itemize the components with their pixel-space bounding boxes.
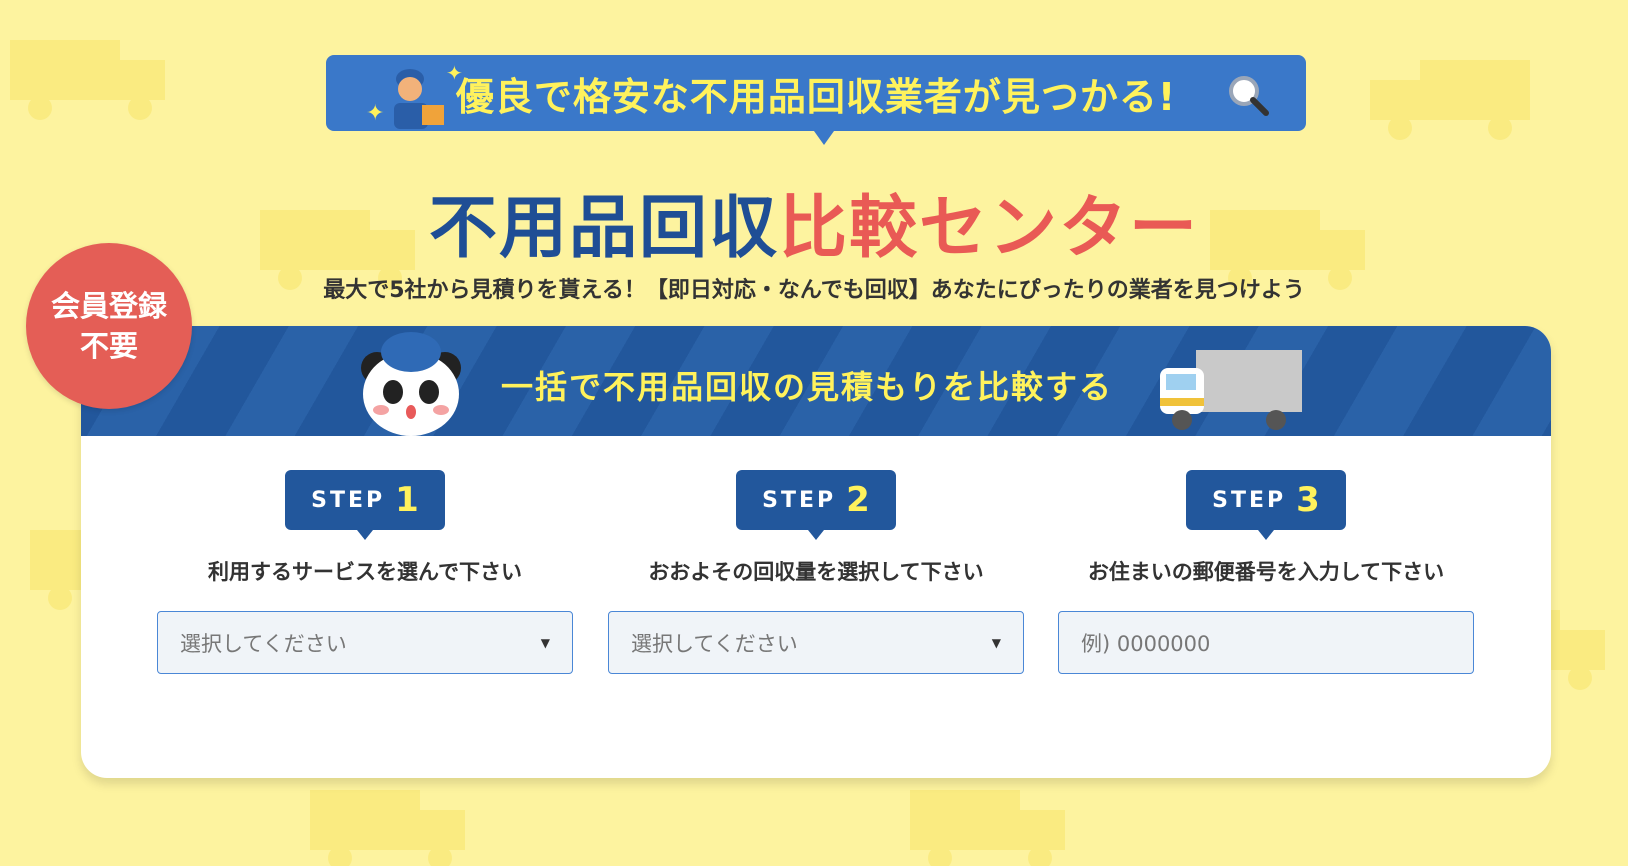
truck-icon [1160,350,1302,430]
step-3-word: STEP [1212,487,1287,513]
title-part-red: 比較センター [779,189,1200,268]
step-1-label: 利用するサービスを選んで下さい [208,560,522,584]
top-banner-text: 優良で格安な不用品回収業者が見つかる! [455,74,1177,119]
caret-down-icon: ▼ [991,635,1001,650]
truck-pattern-icon [10,40,165,120]
step-2-word: STEP [762,487,837,513]
card-header-text: 一括で不用品回収の見積もりを比較する [501,368,1114,406]
step-1-number: 1 [395,480,419,520]
service-select[interactable]: 選択してください ▼ [157,611,573,674]
badge-line-2: 不要 [79,329,138,363]
volume-select-value: 選択してください [631,631,798,656]
sparkle-icon: ✦ [446,61,463,85]
sparkle-icon: ✦ [366,101,385,126]
service-select-value: 選択してください [180,631,347,656]
truck-pattern-icon [910,790,1065,866]
postal-code-placeholder: 例) 0000000 [1081,631,1211,656]
truck-pattern-icon [310,790,465,866]
page-title: 不用品回収比較センター [0,172,1628,271]
steps-row: STEP 1 利用するサービスを選んで下さい 選択してください ▼ STEP 2 お… [81,470,1551,690]
step-3-label: お住まいの郵便番号を入力して下さい [1087,560,1445,584]
subtitle: 最大で5社から見積りを貰える！【即日対応・なんでも回収】あなたにぴったりの業者を… [323,278,1305,303]
truck-pattern-icon [1370,60,1530,140]
top-banner: ✦ ✦ 優良で格安な不用品回収業者が見つかる! [326,55,1306,145]
estimate-form-card: 一括で不用品回収の見積もりを比較する STEP 1 利用するサービスを選んで下さい… [81,326,1551,778]
step-2-label: おおよその回収量を選択して下さい [648,560,984,584]
step-1-badge: STEP 1 [285,470,445,540]
panda-icon [361,332,461,436]
postal-code-input[interactable]: 例) 0000000 [1058,611,1474,674]
caret-down-icon: ▼ [540,635,550,650]
title-part-blue: 不用品回収 [428,189,779,268]
step-1-word: STEP [311,487,386,513]
card-header: 一括で不用品回収の見積もりを比較する [81,326,1551,436]
step-2-badge: STEP 2 [736,470,896,540]
no-registration-badge: 会員登録 不要 [26,243,192,409]
step-2-number: 2 [846,480,870,520]
volume-select[interactable]: 選択してください ▼ [608,611,1024,674]
magnifier-icon [1229,76,1269,116]
step-3-badge: STEP 3 [1186,470,1346,540]
step-3-number: 3 [1296,480,1320,520]
badge-line-1: 会員登録 [50,289,167,323]
worker-icon [394,69,444,129]
